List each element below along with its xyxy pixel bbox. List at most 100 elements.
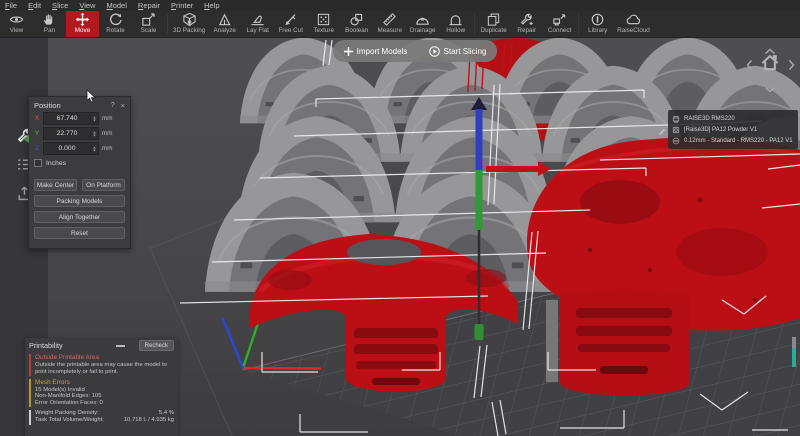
toolbar-label: Texture [313, 27, 334, 34]
boolean-icon [349, 12, 364, 27]
printer-name: RAISE3D RMS220 [684, 116, 735, 122]
zoom-indicator[interactable] [792, 337, 796, 367]
import-models-button[interactable]: Import Models [344, 47, 408, 56]
inches-checkbox[interactable] [34, 159, 42, 167]
toolbar-rotate[interactable]: Rotate [99, 11, 132, 37]
menu-view[interactable]: View [79, 1, 95, 10]
collapse-handle[interactable] [116, 345, 125, 347]
printer-icon [672, 115, 680, 123]
toolbar-connect[interactable]: Connect [543, 11, 576, 37]
filament-icon [672, 126, 680, 134]
toolbar-label: Repair [517, 27, 536, 34]
edit-icon[interactable] [658, 123, 666, 141]
toolbar-pan[interactable]: Pan [33, 11, 66, 37]
make-center-button[interactable]: Make Center [34, 179, 77, 191]
close-button[interactable]: × [121, 101, 125, 110]
zoom-indicator-track [792, 337, 796, 348]
position-panel: Position ? × X 67.740 ▲▼ mm Y 22.770 ▲▼ … [28, 96, 131, 249]
start-slicing-button[interactable]: Start Slicing [429, 46, 487, 57]
rotate-down-button[interactable] [764, 80, 776, 98]
recheck-button[interactable]: Recheck [139, 340, 174, 351]
texture-icon [316, 12, 331, 27]
toolbar-label: Lay Flat [247, 27, 269, 34]
menu-repair[interactable]: Repair [138, 1, 160, 10]
align-together-button[interactable]: Align Together [34, 211, 125, 223]
menu-slice[interactable]: Slice [52, 1, 68, 10]
menu-edit[interactable]: Edit [28, 1, 41, 10]
toolbar-raisecloud[interactable]: RaiseCloud [614, 11, 653, 37]
home-view-button[interactable] [759, 52, 781, 79]
toolbar-label: RaiseCloud [617, 27, 650, 34]
y-field-row: Y 22.770 ▲▼ mm [34, 126, 125, 141]
menu-file[interactable]: File [5, 1, 17, 10]
toolbar-label: Move [75, 27, 90, 34]
stat-label: Weight Packing Density: [35, 410, 99, 418]
mouse-cursor [86, 89, 97, 104]
inches-label: Inches [46, 160, 66, 167]
toolbar-scale[interactable]: Scale [132, 11, 165, 37]
toolbar-hollow[interactable]: Hollow [439, 11, 472, 37]
toolbar-lay-flat[interactable]: Lay Flat [241, 11, 274, 37]
plus-icon [344, 47, 353, 56]
repair-icon [519, 12, 534, 27]
panel-anchor-arrow [23, 135, 29, 143]
toolbar-analyze[interactable]: Analyze [208, 11, 241, 37]
start-slicing-label: Start Slicing [444, 47, 487, 56]
printability-title: Printability [29, 341, 116, 350]
template-row: 0.12mm - Standard - RMS220 - PA12 V1 [672, 135, 794, 146]
toolbar-texture[interactable]: Texture [307, 11, 340, 37]
x-input[interactable]: 67.740 ▲▼ [43, 112, 99, 125]
toolbar-view[interactable]: View [0, 11, 33, 37]
menu-help[interactable]: Help [204, 1, 219, 10]
inches-checkbox-row: Inches [34, 157, 125, 169]
on-platform-button[interactable]: On Platform [82, 179, 125, 191]
print-settings-summary[interactable]: RAISE3D RMS220 [Raise3D] PA12 Powder V1 … [668, 110, 798, 149]
scale-icon [141, 12, 156, 27]
y-input[interactable]: 22.770 ▲▼ [43, 127, 99, 140]
stat-value: 5.4 % [159, 410, 174, 418]
rotate-right-button[interactable] [788, 58, 795, 76]
stat-row: Task Total Volume/Weight: 10.718 L / 4.9… [35, 417, 174, 425]
layers-icon [672, 137, 680, 145]
toolbar-3d-packing[interactable]: 3D Packing [170, 11, 208, 37]
reset-button[interactable]: Reset [34, 227, 125, 239]
z-axis-label: Z [34, 145, 40, 152]
toolbar-duplicate[interactable]: Duplicate [477, 11, 510, 37]
y-spinner[interactable]: ▲▼ [90, 131, 98, 137]
z-value: 0.000 [44, 145, 90, 152]
measure-icon [382, 12, 397, 27]
toolbar-drainage[interactable]: Drainage [406, 11, 439, 37]
mesh-error-line: Non-Manifold Edges: 105 [35, 393, 174, 400]
filament-name: [Raise3D] PA12 Powder V1 [684, 127, 757, 133]
menu-model[interactable]: Model [106, 1, 126, 10]
printability-header: Printability Recheck [29, 340, 174, 351]
x-spinner[interactable]: ▲▼ [90, 116, 98, 122]
toolbar-free-cut[interactable]: Free Cut [274, 11, 307, 37]
action-bar: Import Models Start Slicing [333, 40, 497, 62]
x-value: 67.740 [44, 115, 90, 122]
rotate-left-button[interactable] [746, 58, 753, 76]
mesh-errors-title: Mesh Errors [35, 379, 174, 387]
toolbar-library[interactable]: Library [581, 11, 614, 37]
z-unit: mm [102, 145, 113, 152]
toolbar-move[interactable]: Move [66, 11, 99, 37]
warning-body: Outside the printable area may cause the… [35, 362, 174, 376]
lay-flat-icon [250, 12, 265, 27]
eye-icon [9, 12, 24, 27]
x-axis-label: X [34, 115, 40, 122]
toolbar-repair[interactable]: Repair [510, 11, 543, 37]
warning-title: Outside Printable Area [35, 354, 174, 362]
help-button[interactable]: ? [111, 102, 115, 109]
import-models-label: Import Models [357, 47, 408, 56]
app-window: File Edit Slice View Model Repair Printe… [0, 0, 800, 436]
drainage-icon [415, 12, 430, 27]
z-input[interactable]: 0.000 ▲▼ [43, 142, 99, 155]
mesh-error-line: 15 Model(s) Invalid [35, 387, 174, 394]
menu-printer[interactable]: Printer [171, 1, 193, 10]
packing-models-button[interactable]: Packing Models [34, 195, 125, 207]
toolbar-boolean[interactable]: Boolean [340, 11, 373, 37]
z-spinner[interactable]: ▲▼ [90, 146, 98, 152]
toolbar-measure[interactable]: Measure [373, 11, 406, 37]
y-unit: mm [102, 130, 113, 137]
packing-icon [182, 12, 197, 27]
